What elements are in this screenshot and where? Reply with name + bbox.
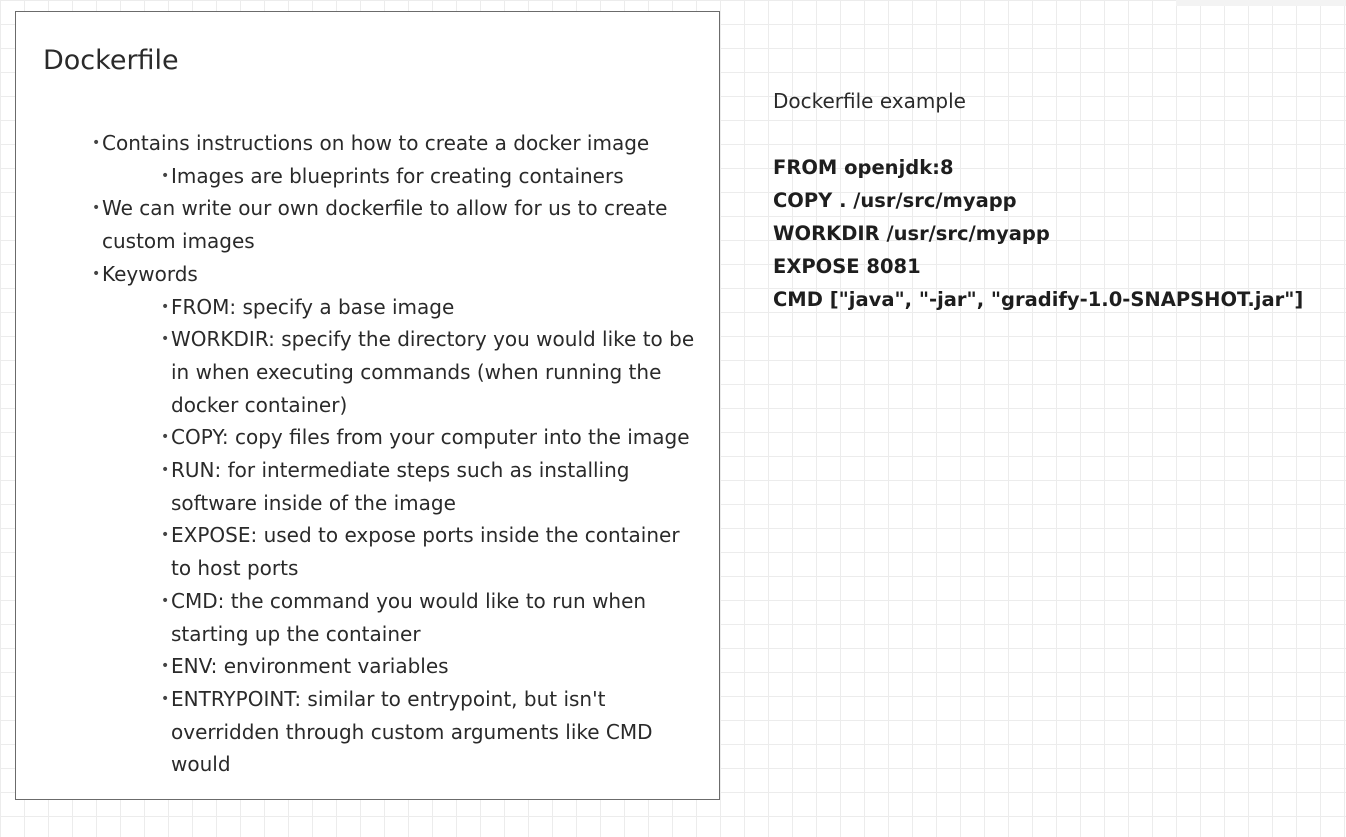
code-line: EXPOSE 8081 <box>773 255 921 278</box>
code-line: FROM openjdk:8 <box>773 156 954 179</box>
sub-bullet-item: Images are blueprints for creating conta… <box>102 160 702 193</box>
dockerfile-example-code[interactable]: FROM openjdk:8 COPY . /usr/src/myapp WORKD… <box>773 151 1303 316</box>
sub-bullet-item: WORKDIR: specify the directory you would… <box>102 323 702 421</box>
sub-bullet-item: FROM: specify a base image <box>102 291 702 324</box>
bullet-item: Keywords <box>92 258 702 291</box>
code-line: COPY . /usr/src/myapp <box>773 189 1017 212</box>
bullet-item: We can write our own dockerfile to allow… <box>92 192 702 257</box>
frame-title: Dockerfile <box>43 45 179 76</box>
sub-bullet-item: ENV: environment variables <box>102 650 702 683</box>
sub-bullet-item: COPY: copy files from your computer into… <box>102 421 702 454</box>
dockerfile-frame[interactable]: Dockerfile Contains instructions on how … <box>15 11 720 800</box>
sub-bullet-item: EXPOSE: used to expose ports inside the … <box>102 519 702 584</box>
bullet-list: Contains instructions on how to create a… <box>92 127 702 781</box>
sub-bullet-item: CMD: the command you would like to run w… <box>102 585 702 650</box>
sub-bullet-item: ENTRYPOINT: similar to entrypoint, but i… <box>102 683 702 781</box>
toolbar-shadow <box>1176 0 1346 6</box>
code-line: WORKDIR /usr/src/myapp <box>773 222 1050 245</box>
code-line: CMD ["java", "-jar", "gradify-1.0-SNAPSH… <box>773 288 1304 311</box>
example-caption[interactable]: Dockerfile example <box>773 86 966 116</box>
bullet-item: Contains instructions on how to create a… <box>92 127 702 160</box>
sub-bullet-item: RUN: for intermediate steps such as inst… <box>102 454 702 519</box>
